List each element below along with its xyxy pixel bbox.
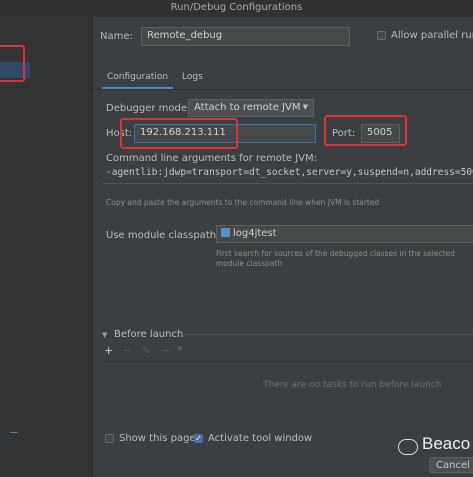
cmdline-label: Command line arguments for remote JVM:	[106, 153, 317, 164]
move-up-icon[interactable]: −	[161, 344, 170, 357]
module-hint-line1: First search for sources of the debugged…	[216, 249, 455, 258]
module-classpath-label: Use module classpath:	[106, 230, 220, 241]
tab-divider	[92, 89, 473, 90]
watermark-text: Beaco	[422, 434, 471, 453]
remove-icon[interactable]: −	[123, 344, 132, 357]
allow-parallel-label: Allow parallel run	[391, 30, 473, 41]
cmdline-divider	[103, 183, 473, 184]
chevron-down-icon: ▼	[302, 103, 308, 111]
cmdline-value[interactable]: -agentlib:jdwp=transport=dt_socket,serve…	[106, 167, 473, 178]
module-folder-icon	[221, 228, 230, 237]
module-classpath-select[interactable]: log4jtest	[216, 225, 473, 243]
activate-tool-window-label: Activate tool window	[208, 433, 313, 444]
debugger-mode-label: Debugger mode:	[106, 103, 191, 114]
before-launch-divider	[184, 334, 473, 335]
show-page-label: Show this page	[119, 433, 196, 444]
wechat-logo-icon	[398, 439, 418, 455]
cmdline-hint: Copy and paste the arguments to the comm…	[106, 198, 380, 207]
module-hint-line2: module classpath	[216, 259, 283, 268]
before-launch-toolbar-divider	[103, 361, 473, 362]
move-down-icon[interactable]: ▼	[177, 345, 182, 353]
edit-icon[interactable]: ✎	[142, 344, 151, 357]
before-launch-label: Before launch	[114, 329, 184, 340]
config-tree-panel	[0, 17, 93, 477]
name-field[interactable]: Remote_debug	[141, 27, 350, 46]
show-page-checkbox[interactable]	[105, 434, 114, 443]
debugger-mode-value: Attach to remote JVM	[194, 102, 301, 113]
allow-parallel-checkbox[interactable]	[377, 31, 386, 40]
tree-link-marker	[10, 432, 18, 433]
debugger-mode-select[interactable]: Attach to remote JVM ▼	[188, 99, 314, 117]
window-title: Run/Debug Configurations	[170, 2, 303, 13]
tab-configuration[interactable]: Configuration	[102, 72, 174, 89]
highlight-box-port	[324, 115, 407, 146]
add-icon[interactable]: +	[104, 344, 113, 357]
name-label: Name:	[100, 31, 133, 42]
before-launch-empty-text: There are no tasks to run before launch	[263, 380, 442, 390]
tab-logs[interactable]: Logs	[182, 72, 203, 82]
cancel-button[interactable]: Cancel	[429, 457, 473, 473]
highlight-box-host	[120, 118, 238, 149]
highlight-box-tree	[0, 45, 25, 82]
module-classpath-value: log4jtest	[233, 228, 277, 239]
before-launch-panel: + − ✎ − ▼ There are no tasks to run befo…	[103, 344, 473, 424]
activate-tool-window-checkbox[interactable]: ✓	[194, 434, 203, 443]
collapse-arrow-icon[interactable]: ▼	[102, 331, 107, 339]
